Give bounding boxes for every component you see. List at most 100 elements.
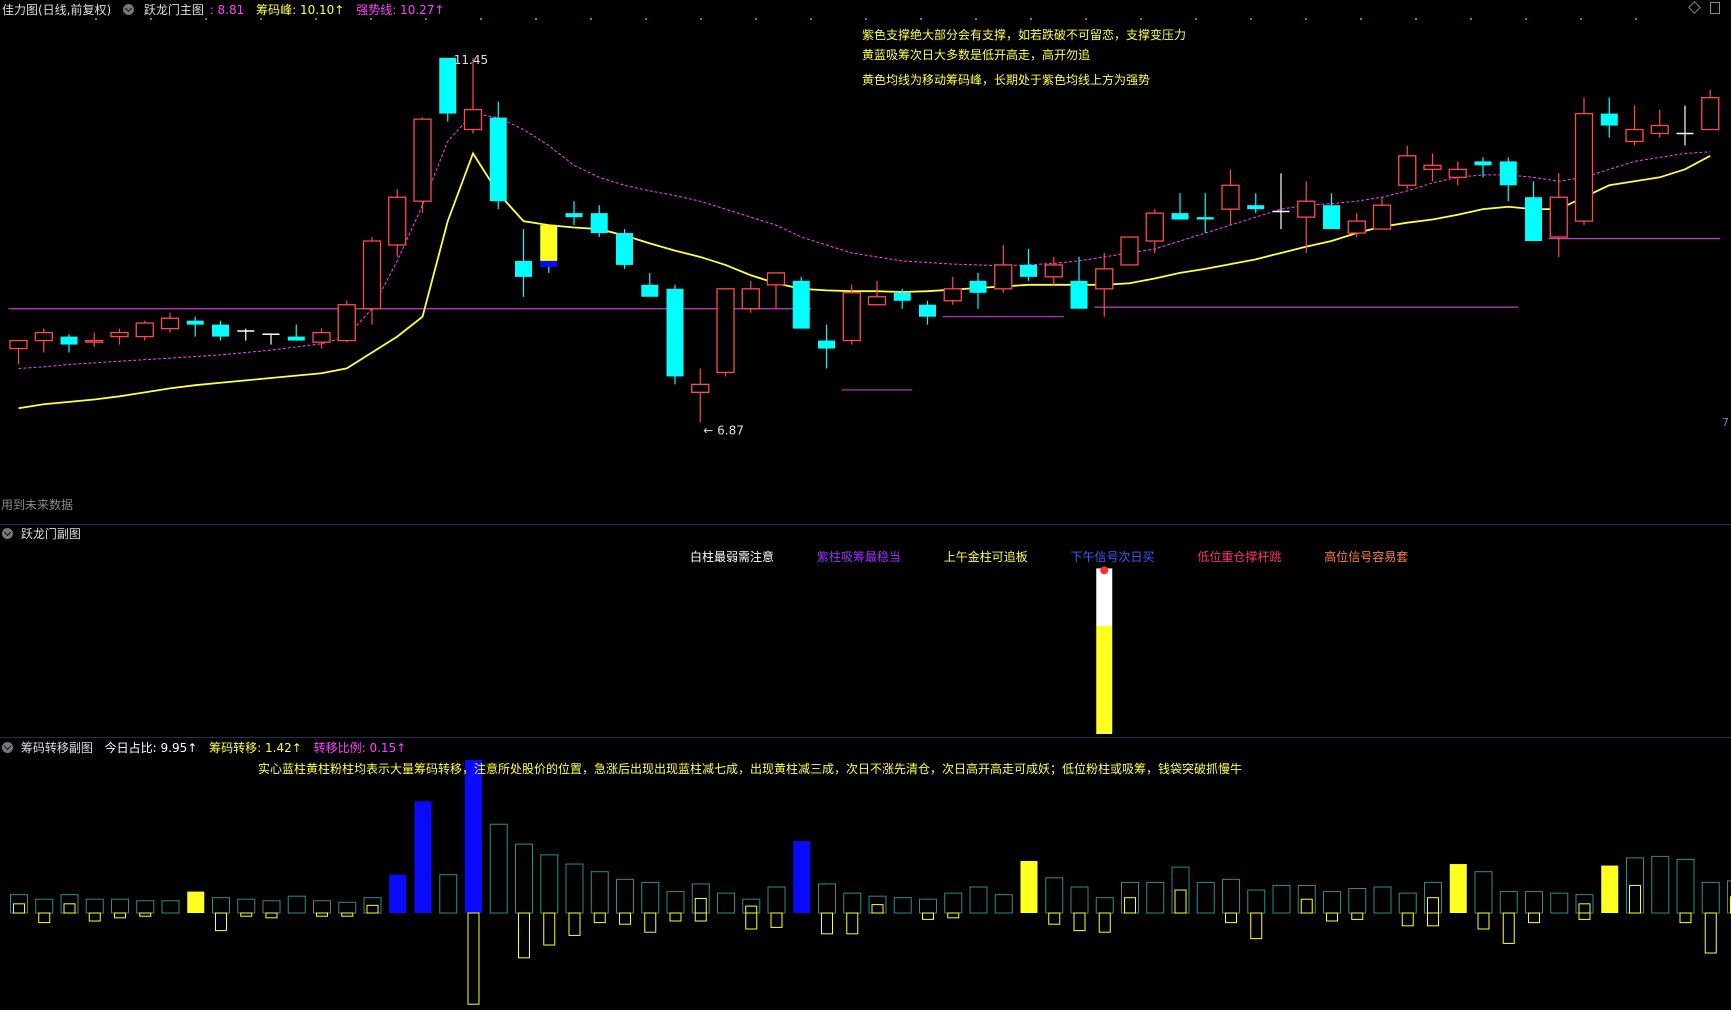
transfer-down-bar	[1704, 912, 1717, 954]
transfer-bar	[414, 801, 432, 913]
candle	[842, 284, 861, 345]
candle	[666, 284, 684, 385]
top-dot	[1470, 18, 1472, 20]
collapse-icon[interactable]	[123, 4, 135, 15]
transfer-bar	[616, 878, 634, 914]
candle	[1398, 145, 1417, 190]
candle	[1676, 105, 1694, 146]
candle-body	[943, 288, 962, 302]
candle	[1347, 213, 1366, 238]
candle	[1372, 197, 1392, 230]
candle-body	[842, 292, 861, 342]
transfer-down-bar	[821, 912, 833, 935]
panel-divider	[0, 524, 1731, 525]
transfer-down-bar	[1477, 912, 1490, 930]
candle-body	[1095, 268, 1114, 290]
top-dot	[1415, 18, 1417, 20]
transfer-bar	[1550, 892, 1569, 914]
transfer-bar	[136, 900, 155, 914]
candle	[212, 320, 229, 341]
transfer-inner-bar	[1174, 889, 1187, 914]
candle	[969, 272, 987, 309]
candle	[1020, 248, 1037, 281]
candle-body	[641, 284, 659, 297]
transfer-bar	[465, 760, 482, 913]
candle-body	[565, 213, 583, 218]
panel-divider	[0, 737, 1731, 738]
sub2-panel-name[interactable]: 筹码转移副图	[21, 741, 93, 755]
candle	[85, 332, 104, 347]
right-axis-label: 7	[1722, 416, 1729, 429]
transfer-bar	[666, 891, 685, 914]
transfer-bar	[1222, 878, 1240, 914]
today-ratio-value: 今日占比: 9.95↑	[104, 741, 198, 755]
candle-body	[1650, 124, 1669, 135]
collapse-icon[interactable]	[2, 742, 13, 753]
candle-body	[1347, 220, 1366, 234]
candle	[641, 272, 659, 297]
candle	[741, 280, 760, 313]
price-annotation: 11.45	[454, 53, 488, 67]
strong-line	[18, 113, 1711, 369]
candle	[590, 205, 608, 238]
indicator-value: : 8.81	[209, 3, 245, 17]
candle-body	[590, 213, 608, 234]
candle-base	[540, 260, 558, 267]
candle-body	[1448, 168, 1467, 178]
transfer-down-bar	[593, 912, 606, 924]
top-dot	[865, 18, 867, 20]
candle	[716, 288, 735, 377]
transfer-down-bar	[1073, 912, 1086, 932]
transfer-bar	[540, 854, 559, 914]
collapse-icon[interactable]	[2, 528, 13, 539]
candle	[1120, 236, 1139, 266]
transfer-bar	[338, 901, 357, 914]
transfer-inner-bar	[1578, 903, 1591, 914]
candle-body	[691, 383, 710, 393]
transfer-bar	[1525, 891, 1543, 914]
candle-body	[1549, 196, 1568, 238]
chip-peak-value: 筹码峰: 10.10↑	[256, 3, 345, 17]
candle	[60, 334, 78, 353]
top-dot	[645, 18, 647, 20]
candle	[1044, 256, 1063, 285]
transfer-inner-bar	[694, 897, 707, 914]
transfer-down-bar	[1502, 912, 1515, 944]
candle-body	[818, 340, 835, 349]
top-dot	[1525, 18, 1527, 20]
sub1-panel-name[interactable]: 跃龙门副图	[21, 527, 81, 541]
transfer-ratio-value: 转移比例: 0.15↑	[313, 741, 407, 755]
support-lines	[8, 238, 1721, 391]
transfer-inner-bar	[366, 904, 379, 914]
top-dot	[755, 18, 757, 20]
legend-item: 紫柱吸筹最稳当	[816, 550, 901, 564]
stock-title[interactable]: 佳力图(日线,前复权)	[2, 3, 111, 17]
transfer-down-bar	[619, 912, 631, 925]
candlestick-series	[9, 57, 1720, 423]
transfer-inner-bar	[13, 903, 25, 914]
candle	[110, 328, 129, 345]
candle	[1525, 181, 1542, 242]
candle-body	[1070, 280, 1088, 309]
transfer-bars	[10, 760, 1731, 1005]
top-dot	[1085, 18, 1087, 20]
transfer-down-bar	[1250, 912, 1263, 940]
candle-body	[60, 336, 78, 345]
transfer-bar	[35, 898, 54, 914]
transfer-down-bar	[114, 912, 126, 919]
top-dot	[1360, 18, 1362, 20]
candle	[186, 316, 204, 337]
candle	[867, 280, 887, 306]
candle-body	[85, 339, 104, 343]
transfer-bar	[893, 897, 912, 914]
candle	[262, 333, 280, 345]
candle-body	[867, 296, 887, 306]
window-icon[interactable]	[1710, 2, 1720, 14]
candle	[1323, 193, 1340, 230]
candle-body	[186, 320, 204, 325]
transfer-down-bar	[745, 912, 758, 930]
candle-body	[9, 339, 28, 350]
main-panel-name[interactable]: 跃龙门主图	[144, 3, 204, 17]
top-dot	[205, 18, 207, 20]
transfer-down-bar	[265, 912, 278, 919]
